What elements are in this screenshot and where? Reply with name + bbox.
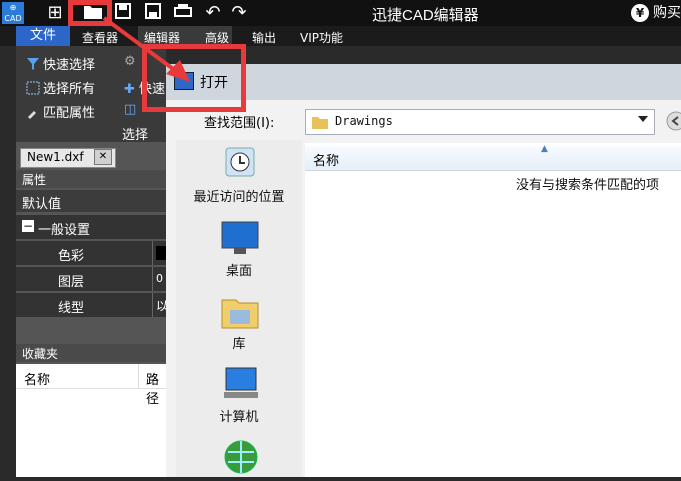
ribbon-group-label: 选择 xyxy=(122,128,149,143)
property-row[interactable]: 线型 以 xyxy=(16,293,168,317)
general-settings-label: 一般设置 xyxy=(38,223,91,238)
default-value-dropdown[interactable]: 默认值 xyxy=(16,190,166,212)
ribbon-icon-bottom[interactable]: ◫ xyxy=(124,102,136,117)
app-logo-icon: ⊕ CAD xyxy=(2,2,24,24)
quick-select-label: 快速选择 xyxy=(43,58,96,73)
column-name[interactable]: 名称 xyxy=(313,150,339,169)
select-all-label: 选择所有 xyxy=(43,82,96,97)
buy-button[interactable]: ¥ 购买 xyxy=(631,2,681,22)
menu-file[interactable]: 文件 xyxy=(16,26,70,46)
network-icon[interactable] xyxy=(222,438,260,481)
place-desktop[interactable]: 桌面 xyxy=(176,260,302,279)
properties-header-label: 属性 xyxy=(22,173,47,187)
close-tab-icon[interactable]: ✕ xyxy=(94,149,112,165)
brush-icon xyxy=(26,105,40,119)
place-computer[interactable]: 计算机 xyxy=(176,406,302,425)
computer-icon[interactable] xyxy=(222,366,260,406)
divider xyxy=(138,364,139,388)
properties-header: 属性 xyxy=(16,170,166,188)
highlight-arrow-icon xyxy=(102,16,190,82)
general-settings-row[interactable]: − 一般设置 xyxy=(16,215,166,239)
back-button[interactable] xyxy=(662,110,681,132)
recent-places-icon[interactable] xyxy=(222,144,258,184)
property-row[interactable]: 色彩 xyxy=(16,241,166,265)
file-list-header: 名称 ▲ xyxy=(305,144,681,171)
divider xyxy=(152,241,153,265)
default-value-label: 默认值 xyxy=(22,197,62,212)
file-list[interactable] xyxy=(305,143,681,477)
favorites-list: 名称 路径 xyxy=(16,364,166,477)
favorites-column-header: 名称 路径 xyxy=(16,364,166,407)
buy-label: 购买 xyxy=(653,5,681,21)
divider xyxy=(152,267,153,291)
place-recent[interactable]: 最近访问的位置 xyxy=(176,186,302,205)
collapse-icon[interactable]: − xyxy=(22,220,34,232)
divider xyxy=(152,293,153,317)
select-all-icon xyxy=(26,81,40,95)
sort-arrow-icon: ▲ xyxy=(541,144,548,154)
funnel-icon xyxy=(26,57,40,71)
property-name: 图层 xyxy=(58,275,85,290)
select-all-button[interactable]: 选择所有 xyxy=(26,78,95,97)
property-name: 线型 xyxy=(58,301,85,316)
quick-select-button[interactable]: 快速选择 xyxy=(26,54,95,73)
folder-icon xyxy=(312,114,328,133)
menu-vip[interactable]: VIP功能 xyxy=(300,29,343,46)
look-in-value: Drawings xyxy=(335,114,393,128)
favorites-col-name[interactable]: 名称 xyxy=(24,369,50,388)
redo-icon[interactable]: ↷ xyxy=(228,2,250,24)
property-row[interactable]: 图层 0 xyxy=(16,267,166,291)
look-in-label: 查找范围(I): xyxy=(204,116,275,131)
empty-message: 没有与搜索条件匹配的项 xyxy=(516,178,660,193)
favorites-header-label: 收藏夹 xyxy=(22,347,59,361)
chevron-down-icon[interactable] xyxy=(638,116,648,122)
new-file-icon[interactable]: ⊞ xyxy=(44,2,66,24)
favorites-col-path[interactable]: 路径 xyxy=(146,369,166,407)
yen-icon: ¥ xyxy=(631,4,649,22)
menu-output[interactable]: 输出 xyxy=(252,29,276,46)
match-properties-label: 匹配属性 xyxy=(43,106,96,121)
match-properties-button[interactable]: 匹配属性 xyxy=(26,102,95,121)
property-value: 0 xyxy=(156,272,163,285)
undo-icon[interactable]: ↶ xyxy=(202,2,224,24)
app-title: 迅捷CAD编辑器 xyxy=(372,7,479,24)
document-tab-label: New1.dxf xyxy=(27,150,84,164)
library-icon[interactable] xyxy=(220,292,260,334)
place-library[interactable]: 库 xyxy=(176,333,302,352)
desktop-icon[interactable] xyxy=(220,220,260,260)
property-name: 色彩 xyxy=(58,249,85,264)
color-swatch xyxy=(156,246,166,260)
favorites-header: 收藏夹 xyxy=(16,344,166,362)
